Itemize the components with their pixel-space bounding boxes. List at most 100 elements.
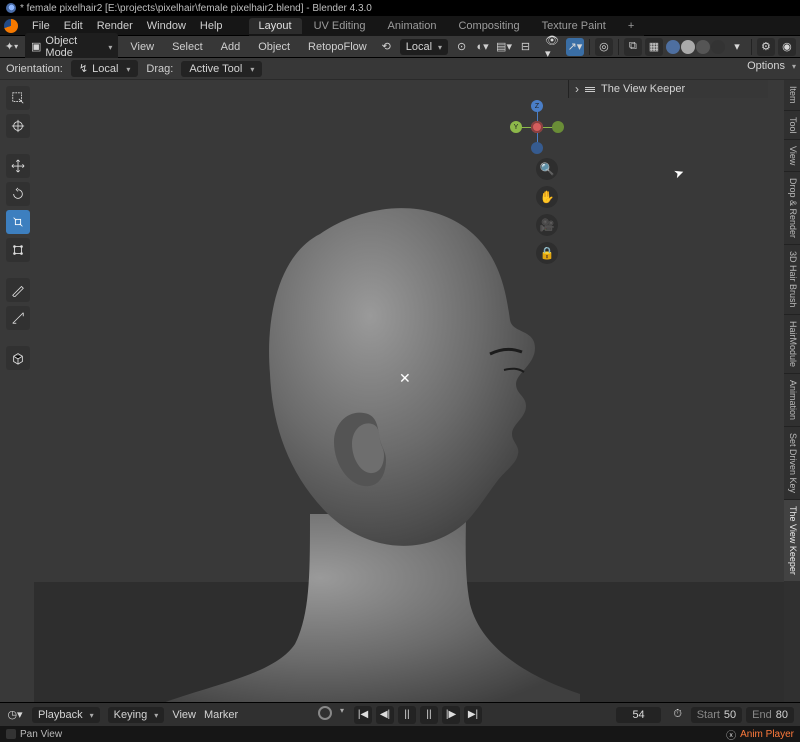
play-reverse-icon[interactable]: || <box>398 706 416 724</box>
gear-icon[interactable]: ⚙ <box>757 38 775 56</box>
tool-scale[interactable] <box>6 210 30 234</box>
sidetab-viewkeeper[interactable]: The View Keeper <box>784 499 800 581</box>
gizmo-axis-y-pos[interactable]: Y <box>510 121 522 133</box>
mode-label: Object Mode <box>45 35 102 59</box>
window-title: * female pixelhair2 [E:\projects\pixelha… <box>20 3 372 14</box>
close-icon[interactable]: ⓧ <box>726 727 736 742</box>
drag-dropdown[interactable]: Active Tool <box>181 61 262 77</box>
tool-cursor[interactable] <box>6 114 30 138</box>
toolbar-left <box>0 80 34 702</box>
play-forward-icon[interactable]: || <box>420 706 438 724</box>
editor-type-timeline-icon[interactable]: ◷▾ <box>6 706 24 724</box>
options-dropdown[interactable]: Options <box>747 60 796 72</box>
jump-end-icon[interactable]: ▶| <box>464 706 482 724</box>
timeline-playback-dropdown[interactable]: Playback <box>32 707 100 723</box>
timeline-keying-dropdown[interactable]: Keying <box>108 707 165 723</box>
current-frame-field[interactable]: 54 <box>616 707 660 723</box>
timeline-menu-marker[interactable]: Marker <box>204 709 238 721</box>
prev-keyframe-icon[interactable]: ◀| <box>376 706 394 724</box>
timeline-area: ◷▾ Playback Keying View Marker ▾ |◀ ◀| |… <box>0 702 800 742</box>
chevron-down-icon <box>122 63 130 75</box>
side-panel: The View Keeper <box>568 80 768 98</box>
wireframe-toggle-icon[interactable]: ▦ <box>645 38 663 56</box>
menu-help[interactable]: Help <box>194 18 229 34</box>
tab-uv[interactable]: UV Editing <box>304 18 376 34</box>
menu-file[interactable]: File <box>26 18 56 34</box>
top-menubar: File Edit Render Window Help Layout UV E… <box>0 16 800 36</box>
end-frame-field[interactable]: End80 <box>746 707 794 723</box>
menu-edit[interactable]: Edit <box>58 18 89 34</box>
snap-icon[interactable]: ⊙ <box>454 39 469 55</box>
xray-toggle-icon[interactable]: ⧉ <box>624 38 642 56</box>
editor-type-icon[interactable]: ✦▾ <box>4 39 19 55</box>
toolbar-extra2-icon[interactable]: ⊟ <box>518 39 533 55</box>
tool-add-primitive[interactable] <box>6 346 30 370</box>
jump-start-icon[interactable]: |◀ <box>354 706 372 724</box>
gizmo-axis-z-pos[interactable]: Z <box>531 100 543 112</box>
sidetab-setdrivenkey[interactable]: Set Driven Key <box>784 426 800 499</box>
orientation-icon[interactable]: ⟲ <box>379 39 394 55</box>
sidetab-hairmodule[interactable]: HairModule <box>784 314 800 373</box>
orientation-dropdown[interactable]: ↯ Local <box>71 60 139 77</box>
stopwatch-icon[interactable]: ⏱ <box>669 706 687 724</box>
mode-dropdown[interactable]: ▣ Object Mode <box>25 33 118 61</box>
tab-animation[interactable]: Animation <box>378 18 447 34</box>
gizmo-toggle-icon[interactable]: ↗▾ <box>566 38 584 56</box>
shading-solid-icon[interactable] <box>681 40 695 54</box>
viewport-3d[interactable]: Z Y 🔍 ✋ 🎥 🔒 The View Keeper <box>34 80 784 702</box>
start-frame-field[interactable]: Start50 <box>691 707 742 723</box>
tool-transform[interactable] <box>6 238 30 262</box>
drag-label: Drag: <box>146 63 173 75</box>
navigation-gizmo[interactable]: Z Y <box>512 102 562 152</box>
viewport-menu-view[interactable]: View <box>124 39 160 55</box>
persp-ortho-icon[interactable]: 🔒 <box>536 242 558 264</box>
viewport-floor-shade <box>34 582 784 702</box>
viewport-menu-add[interactable]: Add <box>215 39 247 55</box>
sidetab-view[interactable]: View <box>784 139 800 171</box>
sidetab-animation[interactable]: Animation <box>784 373 800 426</box>
proportional-edit-icon[interactable]: ◐▾ <box>475 39 490 55</box>
overlay-toggle-icon[interactable]: ◎ <box>595 38 613 56</box>
tab-compositing[interactable]: Compositing <box>448 18 529 34</box>
timeline-menu-view[interactable]: View <box>172 709 196 721</box>
viewport-menu-retopo[interactable]: RetopoFlow <box>302 39 373 55</box>
toolbar-extra-icon[interactable]: ▤▾ <box>496 39 512 55</box>
status-bar: Pan View ⓧ Anim Player <box>0 726 800 742</box>
menu-window[interactable]: Window <box>141 18 192 34</box>
gizmo-center[interactable] <box>531 121 543 133</box>
sidetab-tool[interactable]: Tool <box>784 110 800 140</box>
tool-annotate[interactable] <box>6 278 30 302</box>
viewport-menu-select[interactable]: Select <box>166 39 209 55</box>
transform-orientation-label: Local <box>406 41 432 53</box>
gizmo-axis-z-neg[interactable] <box>531 142 543 154</box>
chevron-down-icon <box>788 60 796 72</box>
tab-add[interactable]: + <box>618 18 644 34</box>
viewport-menu-object[interactable]: Object <box>252 39 296 55</box>
shading-matpreview-icon[interactable] <box>696 40 710 54</box>
camera-icon[interactable]: 🎥 <box>536 214 558 236</box>
camera-lock-icon[interactable]: ◉ <box>778 38 796 56</box>
autokey-toggle-icon[interactable] <box>318 706 332 720</box>
tab-layout[interactable]: Layout <box>249 18 302 34</box>
visibility-toggle-icon[interactable]: 👁▾ <box>545 38 563 56</box>
tool-move[interactable] <box>6 154 30 178</box>
tab-texpaint[interactable]: Texture Paint <box>532 18 616 34</box>
sidetab-item[interactable]: Item <box>784 80 800 110</box>
tool-rotate[interactable] <box>6 182 30 206</box>
sidetab-hair[interactable]: 3D Hair Brush <box>784 244 800 314</box>
panel-the-view-keeper-header[interactable]: The View Keeper <box>569 80 768 98</box>
chevron-down-icon[interactable]: ▾ <box>340 706 344 724</box>
next-keyframe-icon[interactable]: |▶ <box>442 706 460 724</box>
menu-render[interactable]: Render <box>91 18 139 34</box>
transform-orientation-dropdown[interactable]: Local <box>400 39 448 55</box>
shading-options-icon[interactable]: ▾ <box>728 38 746 56</box>
pan-icon[interactable]: ✋ <box>536 186 558 208</box>
tool-measure[interactable] <box>6 306 30 330</box>
zoom-icon[interactable]: 🔍 <box>536 158 558 180</box>
tool-select-box[interactable] <box>6 86 30 110</box>
shading-wireframe-icon[interactable] <box>666 40 680 54</box>
sidetab-drop[interactable]: Drop & Render <box>784 171 800 244</box>
gizmo-axis-y-neg[interactable] <box>552 121 564 133</box>
shading-rendered-icon[interactable] <box>711 40 725 54</box>
options-label: Options <box>747 60 785 72</box>
